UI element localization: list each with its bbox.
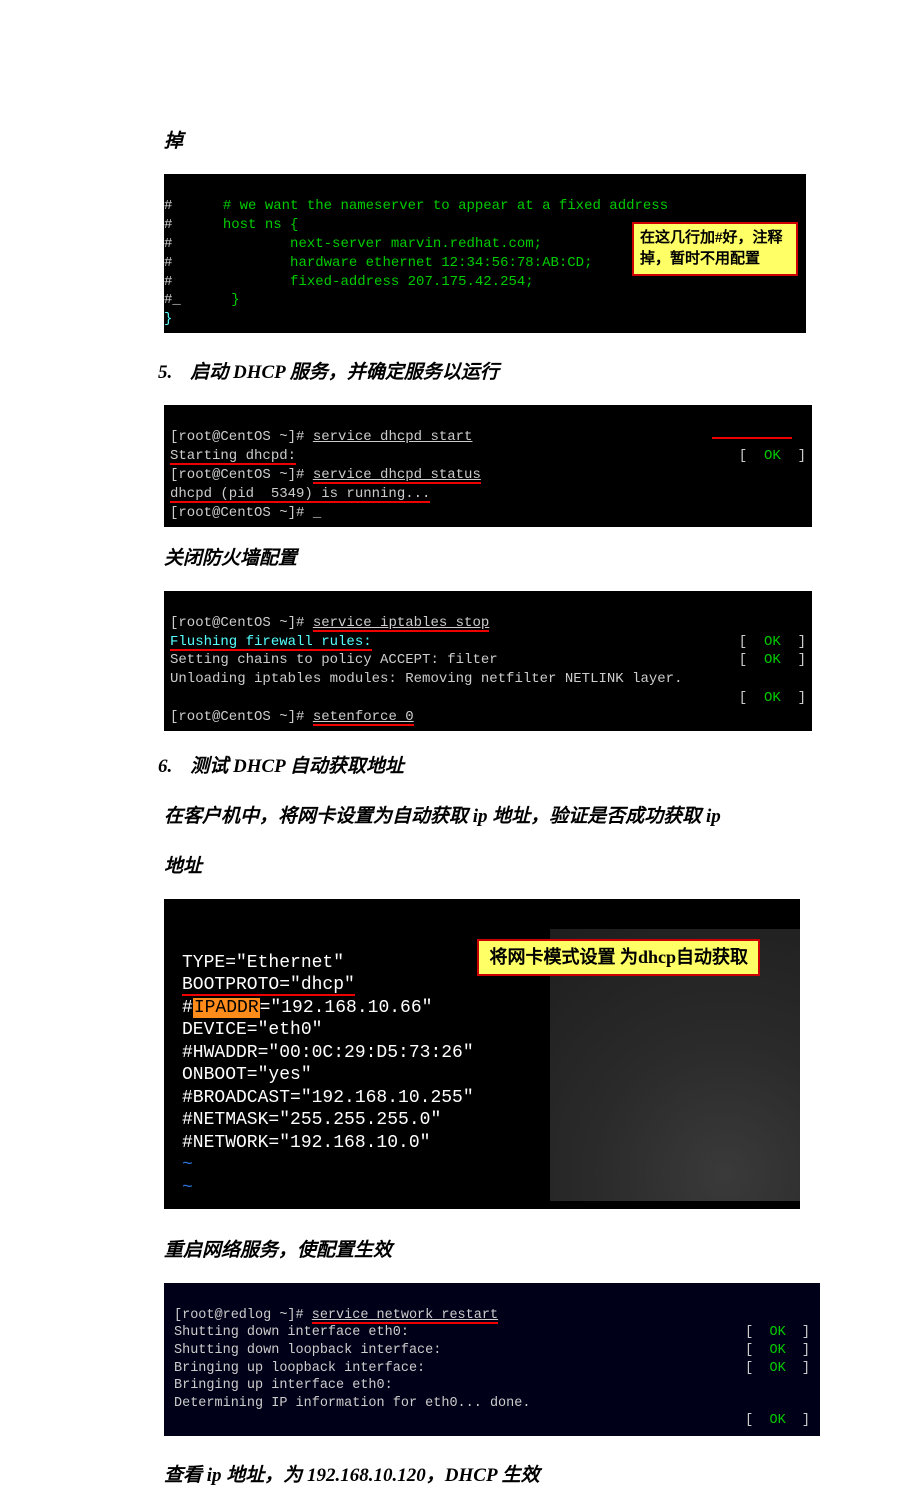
restart-heading: 重启网络服务，使配置生效 — [164, 1233, 800, 1269]
client-desc-2: 地址 — [164, 849, 800, 885]
terminal-dhcpd-service: [root@CentOS ~]# service dhcpd start Sta… — [164, 405, 812, 526]
step-6-num: 6. — [158, 749, 172, 785]
terminal-iptables: [root@CentOS ~]# service iptables stopFl… — [164, 591, 812, 731]
step-5-num: 5. — [158, 355, 172, 391]
callout-comment-lines: 在这几行加#好，注释掉，暂时不用配置 — [632, 222, 798, 276]
terminal-dhcpd-conf: # # we want the nameserver to appear at … — [164, 174, 800, 333]
result-text: 查看 ip 地址，为 192.168.10.120，DHCP 生效 — [164, 1458, 800, 1494]
step-6-title: 测试 DHCP 自动获取地址 — [190, 749, 800, 785]
terminal-network-restart: [root@redlog ~]# service network restart… — [164, 1283, 820, 1435]
trailing-char: 掉 — [164, 124, 800, 160]
terminal-ifcfg: TYPE="Ethernet" BOOTPROTO="dhcp" #IPADDR… — [164, 899, 800, 1209]
step-5-title: 启动 DHCP 服务，并确定服务以运行 — [190, 355, 800, 391]
client-desc: 在客户机中，将网卡设置为自动获取 ip 地址，验证是否成功获取 ip — [164, 799, 800, 835]
close-firewall-heading: 关闭防火墙配置 — [164, 541, 800, 577]
callout-dhcp-mode: 将网卡模式设置 为dhcp自动获取 — [477, 939, 760, 976]
